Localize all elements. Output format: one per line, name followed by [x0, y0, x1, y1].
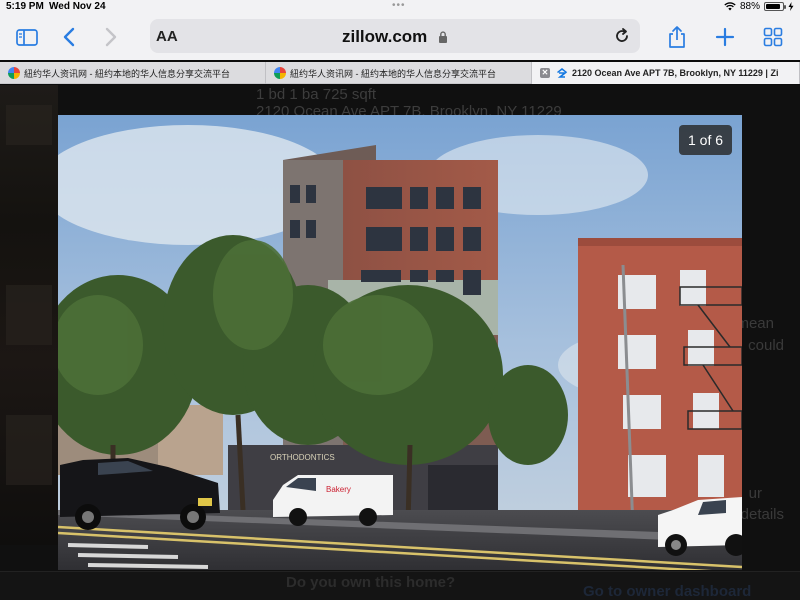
owner-question: Do you own this home? [286, 574, 456, 591]
tab-label: 紐约华人资讯网 - 紐约本地的华人信息分享交流平台 [290, 68, 496, 79]
address-bar[interactable]: AA zillow.com [150, 19, 640, 53]
charging-bolt-icon [788, 2, 794, 11]
battery-icon [764, 2, 786, 11]
new-tab-button[interactable] [712, 14, 738, 60]
ipad-screen: 5:19 PM Wed Nov 24 ••• 88% AA zillow.com… [0, 0, 800, 600]
bg-window [6, 285, 52, 345]
globe-favicon-icon [8, 67, 20, 79]
new-tab-plus-icon [715, 27, 735, 47]
background-thumbnail [0, 85, 58, 545]
zillow-favicon-icon [557, 68, 568, 78]
side-text: details [740, 506, 784, 523]
storefront-sign: ORTHODONTICS [270, 453, 335, 462]
reload-icon[interactable] [612, 26, 632, 46]
forward-button[interactable] [100, 14, 122, 60]
owner-banner: Do you own this home? Go to owner dashbo… [0, 571, 800, 600]
tab-close-icon[interactable]: ✕ [540, 68, 550, 78]
bg-window [6, 415, 52, 485]
globe-favicon-icon [274, 67, 286, 79]
safari-toolbar: AA zillow.com [0, 14, 800, 60]
owner-dashboard-link[interactable]: Go to owner dashboard [583, 583, 751, 600]
building-photo-illustration: ORTHODONTICS Bakery [58, 115, 742, 570]
side-text: mean [736, 315, 774, 332]
status-time: 5:19 PM [6, 1, 44, 12]
tab-label: 2120 Ocean Ave APT 7B, Brooklyn, NY 1122… [572, 68, 779, 78]
van-logo-text: Bakery [326, 485, 351, 494]
tab-overview-icon [763, 27, 783, 47]
side-text: ur [748, 485, 762, 502]
photo-counter-badge: 1 of 6 [679, 125, 732, 155]
tab-chinese-news-1[interactable]: 紐约华人资讯网 - 紐约本地的华人信息分享交流平台 [0, 62, 266, 84]
status-date: Wed Nov 24 [49, 1, 106, 12]
wifi-icon [724, 2, 736, 11]
sidebar-icon [16, 28, 38, 46]
tab-chinese-news-2[interactable]: 紐约华人资讯网 - 紐约本地的华人信息分享交流平台 [266, 62, 532, 84]
tab-strip: 紐约华人资讯网 - 紐约本地的华人信息分享交流平台 紐约华人资讯网 - 紐约本地… [0, 62, 800, 84]
share-icon [669, 26, 685, 48]
back-button[interactable] [58, 14, 80, 60]
status-right: 88% [724, 1, 794, 12]
battery-percent: 88% [739, 1, 760, 12]
tab-label: 紐约华人资讯网 - 紐约本地的华人信息分享交流平台 [24, 68, 230, 79]
listing-details: 1 bd 1 ba 725 sqft [256, 86, 377, 103]
multitasking-dots-icon[interactable]: ••• [392, 0, 406, 11]
lock-icon [439, 31, 448, 43]
sidebar-button[interactable] [14, 14, 40, 60]
share-button[interactable] [664, 14, 690, 60]
back-arrow-icon [63, 27, 75, 47]
battery-fill [766, 4, 781, 9]
url-field[interactable]: zillow.com [150, 27, 640, 47]
tab-zillow-active[interactable]: ✕ 2120 Ocean Ave APT 7B, Brooklyn, NY 11… [532, 62, 800, 84]
forward-arrow-icon [105, 27, 117, 47]
listing-photo[interactable]: ORTHODONTICS Bakery [58, 115, 742, 570]
side-text: could [748, 337, 784, 354]
tab-overview-button[interactable] [760, 14, 786, 60]
bg-window [6, 105, 52, 145]
status-bar: 5:19 PM Wed Nov 24 ••• 88% [0, 0, 800, 14]
url-text: zillow.com [341, 27, 428, 46]
